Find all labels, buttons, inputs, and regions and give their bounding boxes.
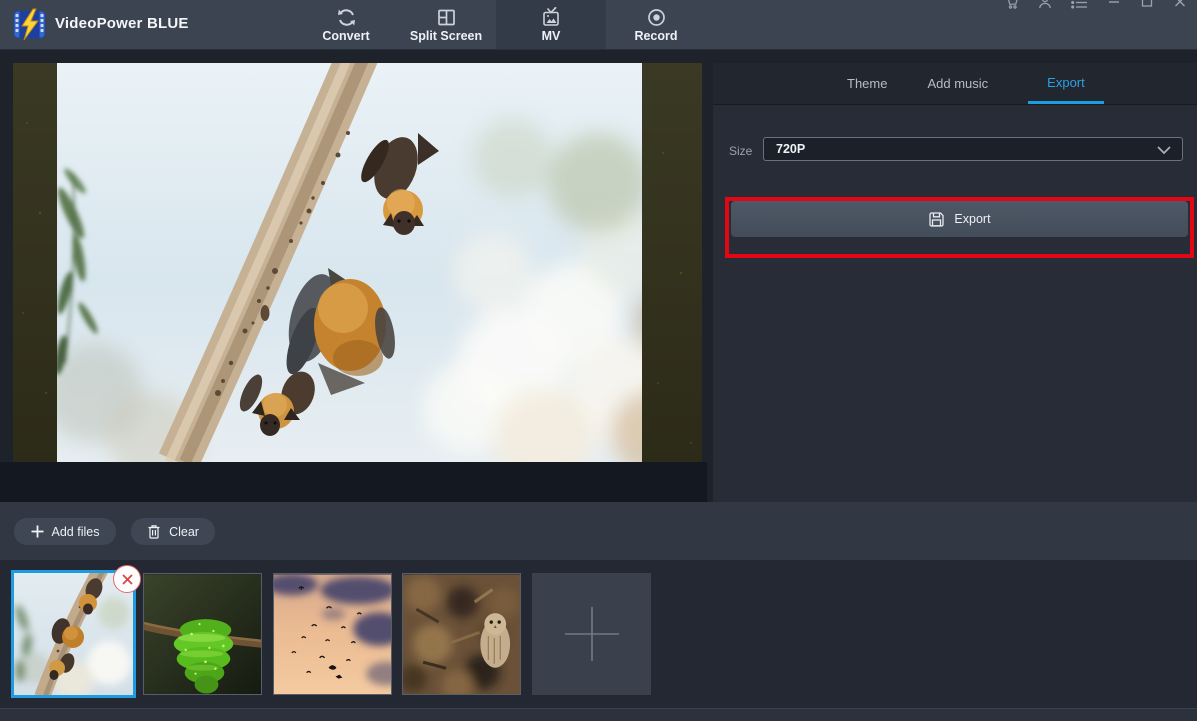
minimize-icon[interactable] [1107, 0, 1121, 10]
chevron-down-icon [1157, 146, 1171, 155]
clear-button[interactable]: Clear [131, 518, 215, 545]
thumbnail-bats-clip[interactable] [14, 573, 133, 695]
maximize-icon[interactable] [1140, 0, 1154, 10]
tab-add-music[interactable]: Add music [927, 63, 988, 104]
cart-icon[interactable] [1005, 0, 1019, 10]
plus-icon [31, 525, 44, 538]
tab-theme[interactable]: Theme [847, 63, 887, 104]
thumbnail-owl-clip[interactable] [402, 573, 521, 695]
right-panel: Theme Add music Export Size 720P Export [713, 63, 1197, 502]
window-controls [1005, 0, 1187, 10]
size-label: Size [729, 144, 753, 158]
tab-mv[interactable]: MV [496, 0, 606, 49]
add-files-label: Add files [51, 524, 100, 539]
file-actions-row: Add files Clear [0, 502, 1197, 560]
trash-icon [148, 525, 160, 539]
tab-split-screen[interactable]: Split Screen [396, 0, 496, 49]
remove-clip-button[interactable] [113, 565, 141, 593]
media-thumbnail-strip [0, 560, 1197, 708]
remove-x-icon [121, 573, 133, 585]
refresh-icon [337, 8, 355, 26]
record-icon [647, 8, 665, 26]
size-dropdown[interactable]: 720P [763, 137, 1183, 161]
app-logo-icon [13, 8, 46, 41]
title-bar: VideoPower BLUE Convert Split Screen MV … [0, 0, 1197, 50]
video-preview [13, 63, 702, 462]
tab-convert[interactable]: Convert [296, 0, 396, 49]
close-icon[interactable] [1173, 0, 1187, 10]
thumbnail-birds-sunset-clip[interactable] [273, 573, 392, 695]
menu-icon[interactable] [1071, 0, 1088, 10]
thumbnail-add-slot[interactable] [532, 573, 651, 695]
app-title: VideoPower BLUE [55, 15, 189, 32]
plus-placeholder-icon [564, 607, 619, 661]
account-icon[interactable] [1038, 0, 1052, 10]
main-nav: Convert Split Screen MV Record [296, 0, 706, 49]
thumbnail-snake-clip[interactable] [143, 573, 262, 695]
videopower-app-window: VideoPower BLUE Convert Split Screen MV … [0, 0, 1197, 721]
add-files-button[interactable]: Add files [14, 518, 116, 545]
size-value: 720P [776, 142, 806, 156]
tv-icon [543, 6, 559, 26]
clear-label: Clear [169, 524, 199, 539]
split-screen-icon [437, 9, 455, 25]
playback-bar: 00:00:00 / 00:00:20 [0, 462, 707, 502]
right-panel-tabbar: Theme Add music Export [713, 63, 1197, 105]
tab-export[interactable]: Export [1028, 63, 1104, 104]
bottom-status-bar [0, 708, 1197, 721]
export-highlight-annotation [725, 197, 1194, 258]
tab-record[interactable]: Record [606, 0, 706, 49]
